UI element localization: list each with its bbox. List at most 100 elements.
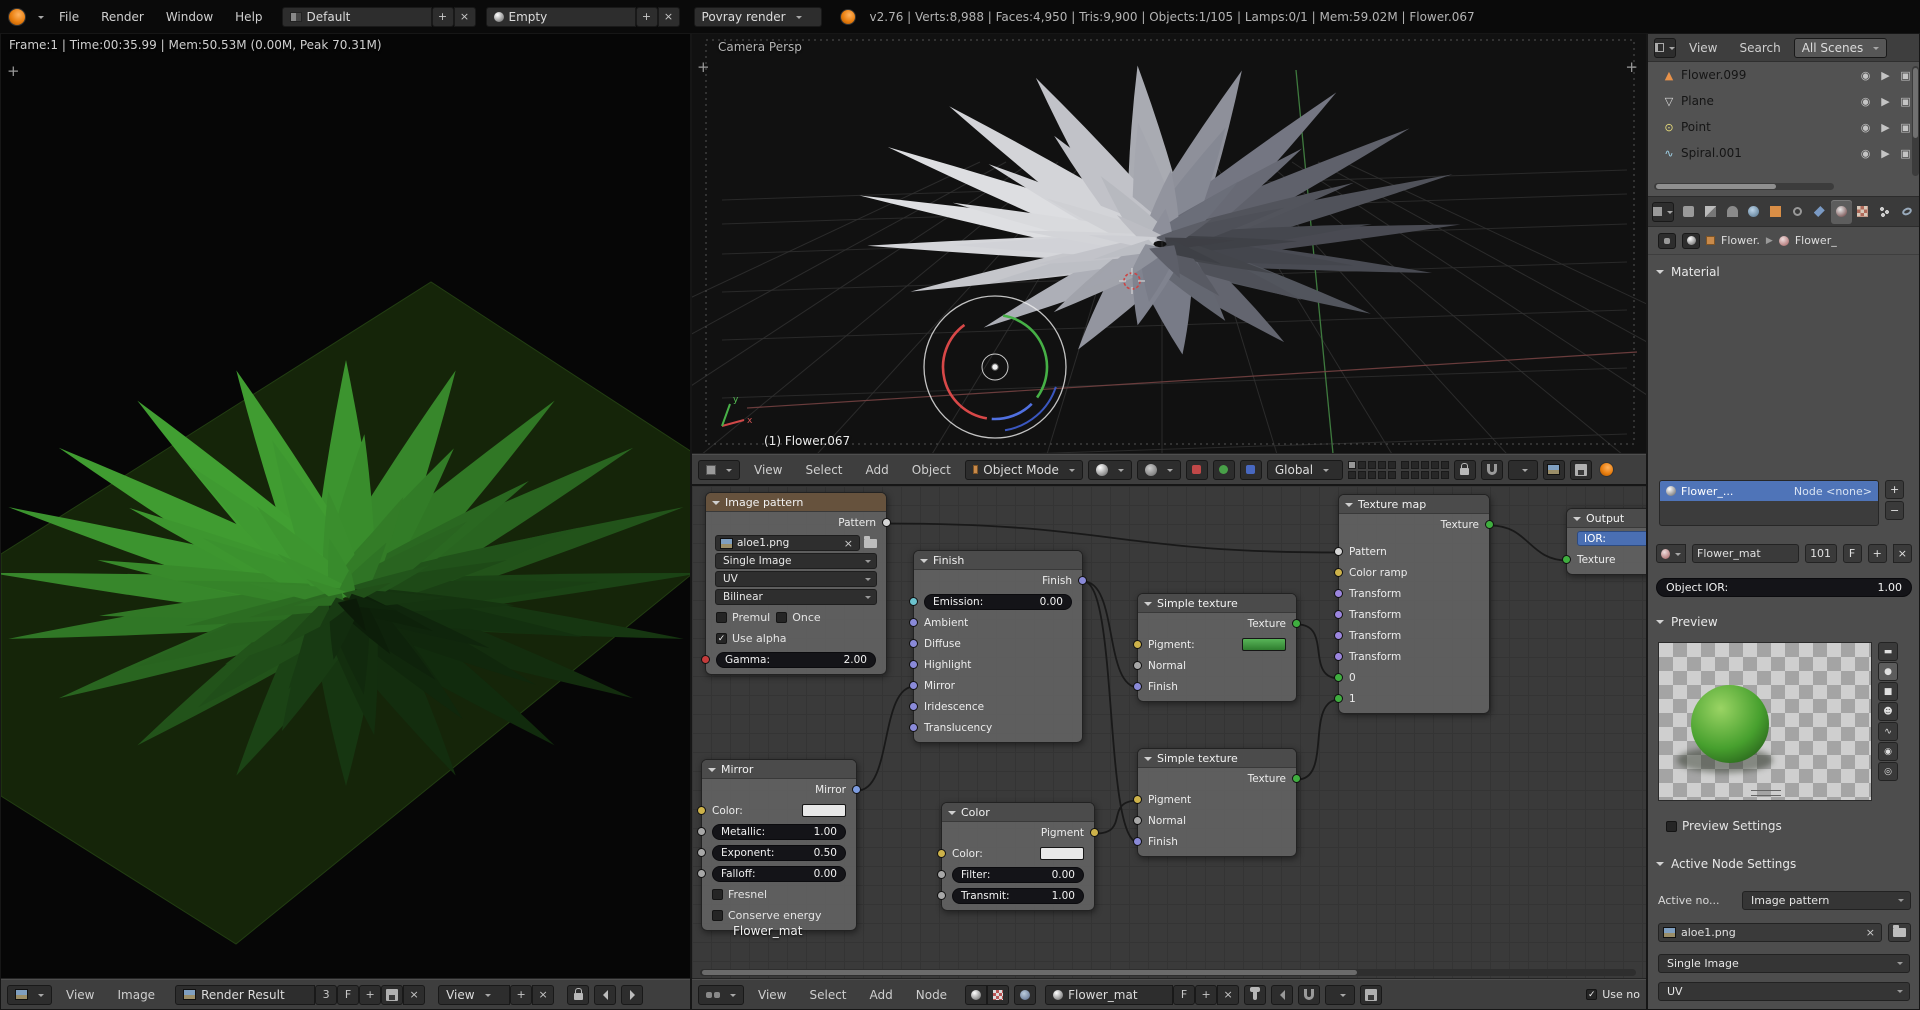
diffuse-input-socket[interactable]: [909, 639, 918, 648]
node-output[interactable]: Output IOR: Texture: [1566, 508, 1647, 575]
orientation-selector[interactable]: Global: [1267, 460, 1343, 480]
material-datablock-selector[interactable]: Flower_mat: [1045, 985, 1173, 1005]
filter-input-socket[interactable]: [937, 870, 946, 879]
source-dropdown[interactable]: Single Image: [1658, 954, 1910, 973]
node-color[interactable]: Color Pigment Color: Filter:0.00 Transmi…: [941, 802, 1095, 911]
render-anim-button[interactable]: [1570, 460, 1592, 480]
unlink-material-button[interactable]: ×: [1217, 985, 1239, 1005]
ior-field[interactable]: IOR:: [1577, 531, 1647, 546]
render-slot-button[interactable]: 3: [315, 985, 337, 1005]
menu-window[interactable]: Window: [157, 10, 222, 24]
gamma-slider[interactable]: Gamma:2.00: [716, 652, 876, 668]
pigment-input-socket[interactable]: [1133, 795, 1142, 804]
preview-sphere-button[interactable]: ●: [1878, 662, 1898, 681]
renderability-camera-icon[interactable]: ▣: [1898, 69, 1913, 82]
editor-type-button[interactable]: [1654, 38, 1676, 58]
outliner-menu-search[interactable]: Search: [1730, 41, 1789, 55]
visibility-eye-icon[interactable]: ◉: [1858, 147, 1873, 160]
pivot-selector[interactable]: [1137, 460, 1181, 480]
view-layer-selector[interactable]: View: [438, 985, 510, 1005]
tab-scene[interactable]: [1722, 200, 1743, 224]
pattern-output-socket[interactable]: [882, 518, 891, 527]
pattern-input-socket[interactable]: [1334, 547, 1343, 556]
preview-settings-checkbox[interactable]: Preview Settings: [1666, 819, 1782, 833]
tab-modifiers[interactable]: [1809, 200, 1830, 224]
next-frame-button[interactable]: [621, 985, 643, 1005]
texture-output-socket[interactable]: [1292, 619, 1301, 628]
falloff-slider[interactable]: Falloff:0.00: [712, 866, 846, 882]
tab-render-layers[interactable]: [1700, 200, 1721, 224]
shading-selector[interactable]: [1088, 460, 1132, 480]
tab-world[interactable]: [1743, 200, 1764, 224]
image-file-widget[interactable]: aloe1.png×: [715, 535, 877, 551]
object-ior-slider[interactable]: Object IOR: 1.00: [1656, 578, 1912, 597]
manipulator-rotate-button[interactable]: [1213, 460, 1235, 480]
exponent-input-socket[interactable]: [697, 848, 706, 857]
node-menu-node[interactable]: Node: [907, 988, 956, 1002]
visibility-eye-icon[interactable]: ◉: [1858, 121, 1873, 134]
fake-user-button[interactable]: F: [1173, 985, 1195, 1005]
exponent-slider[interactable]: Exponent:0.50: [712, 845, 846, 861]
finish-input-socket[interactable]: [1133, 682, 1142, 691]
preview-resize-handle[interactable]: [1751, 790, 1781, 796]
editor-type-button[interactable]: [698, 460, 740, 480]
breadcrumb-object[interactable]: Flower.: [1721, 234, 1760, 247]
mapping-dropdown[interactable]: UV: [1658, 982, 1910, 1001]
view-add-button[interactable]: +: [510, 985, 532, 1005]
clear-image-button[interactable]: ×: [1864, 926, 1877, 939]
node-mirror[interactable]: Mirror Mirror Color: Metallic:1.00 Expon…: [701, 759, 857, 931]
preview-sky-button[interactable]: ◉: [1878, 742, 1898, 761]
snap-toggle-button[interactable]: [1298, 985, 1320, 1005]
mapping-dropdown[interactable]: UV: [715, 571, 877, 587]
outliner-item-plane[interactable]: ▽ Plane ◉ ▶ ▣: [1648, 88, 1920, 114]
material-slot-list[interactable]: Flower_... Node <none>: [1659, 480, 1879, 526]
tab-object[interactable]: [1765, 200, 1786, 224]
selectability-cursor-icon[interactable]: ▶: [1878, 69, 1893, 82]
tab-physics[interactable]: [1896, 200, 1917, 224]
tab-texture[interactable]: [1853, 200, 1874, 224]
fresnel-checkbox[interactable]: Fresnel: [712, 888, 767, 901]
image-menu-image[interactable]: Image: [108, 988, 164, 1002]
pigment-color-swatch[interactable]: [1242, 638, 1286, 651]
mirror-input-socket[interactable]: [909, 681, 918, 690]
browse-material-button[interactable]: [1656, 544, 1686, 563]
texture-output-socket[interactable]: [1292, 774, 1301, 783]
tab-constraints[interactable]: [1787, 200, 1808, 224]
normal-input-socket[interactable]: [1133, 816, 1142, 825]
active-node-panel-header[interactable]: Active Node Settings: [1648, 853, 1804, 875]
outliner-item-flower[interactable]: ▲ Flower.099 ◉ ▶ ▣: [1648, 62, 1920, 88]
menu-help[interactable]: Help: [226, 10, 271, 24]
add-screen-layout-button[interactable]: +: [432, 7, 454, 27]
delete-screen-layout-button[interactable]: ×: [454, 7, 476, 27]
source-dropdown[interactable]: Single Image: [715, 553, 877, 569]
new-image-button[interactable]: +: [359, 985, 381, 1005]
lock-to-scene-button[interactable]: [1454, 460, 1476, 480]
region-expand-icon[interactable]: +: [7, 62, 20, 80]
outliner-item-spiral[interactable]: ∿ Spiral.001 ◉ ▶ ▣: [1648, 140, 1920, 166]
view-remove-button[interactable]: ×: [532, 985, 554, 1005]
texture-tree-type-button[interactable]: [987, 985, 1009, 1005]
layers-widget-group1[interactable]: [1348, 461, 1396, 479]
node-header[interactable]: Output: [1567, 509, 1647, 528]
color-ramp-input-socket[interactable]: [1334, 568, 1343, 577]
translucency-input-socket[interactable]: [909, 723, 918, 732]
add-material-slot-button[interactable]: +: [1885, 480, 1904, 499]
pin-node-tree-button[interactable]: [1244, 985, 1266, 1005]
layers-widget-group2[interactable]: [1401, 461, 1449, 479]
preview-world-button[interactable]: ◎: [1878, 762, 1898, 781]
vp-menu-add[interactable]: Add: [857, 463, 898, 477]
mirror-color-swatch[interactable]: [802, 804, 846, 817]
pigment-input-socket[interactable]: [1133, 640, 1142, 649]
world-nodes-button[interactable]: [1014, 985, 1036, 1005]
metallic-input-socket[interactable]: [697, 827, 706, 836]
transmit-input-socket[interactable]: [937, 891, 946, 900]
save-image-button[interactable]: [381, 985, 403, 1005]
vp-menu-select[interactable]: Select: [796, 463, 851, 477]
new-material-button[interactable]: +: [1195, 985, 1217, 1005]
node-menu-view[interactable]: View: [749, 988, 795, 1002]
parent-node-tree-button[interactable]: [1271, 985, 1293, 1005]
previous-frame-button[interactable]: [594, 985, 616, 1005]
node-finish[interactable]: Finish Finish Emission:0.00 Ambient Diff…: [913, 550, 1083, 743]
editor-type-button[interactable]: [7, 985, 52, 1005]
preview-flat-button[interactable]: ▬: [1878, 642, 1898, 661]
